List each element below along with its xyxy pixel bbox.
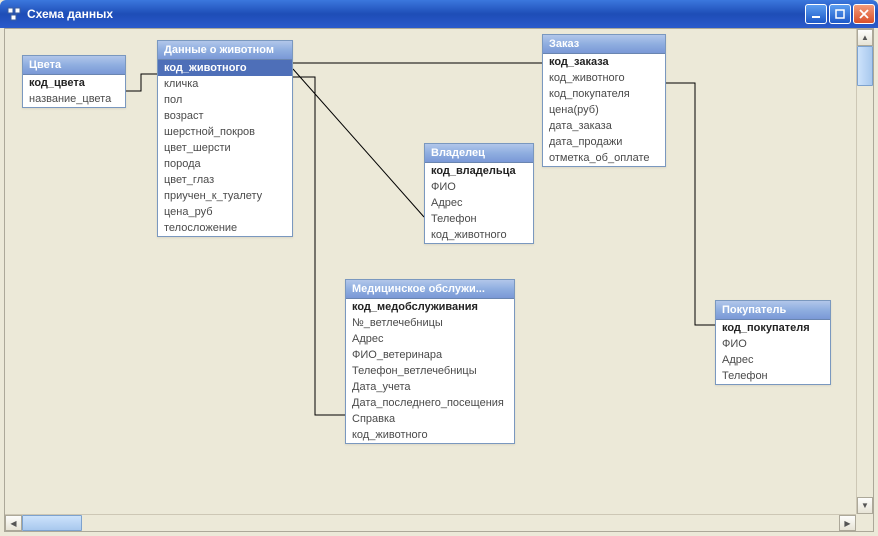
- table-body: код_заказа код_животного код_покупателя …: [543, 54, 665, 166]
- field[interactable]: код_животного: [346, 427, 514, 443]
- scroll-left-icon[interactable]: ◀: [5, 515, 22, 531]
- table-header[interactable]: Владелец: [425, 144, 533, 163]
- horizontal-scrollbar[interactable]: ◀ ▶: [5, 514, 856, 531]
- field[interactable]: ФИО_ветеринара: [346, 347, 514, 363]
- field[interactable]: Адрес: [716, 352, 830, 368]
- field[interactable]: Телефон: [425, 211, 533, 227]
- field[interactable]: Справка: [346, 411, 514, 427]
- field[interactable]: ФИО: [716, 336, 830, 352]
- table-med[interactable]: Медицинское обслужи... код_медобслуживан…: [345, 279, 515, 444]
- field-pk[interactable]: код_заказа: [543, 54, 665, 70]
- scroll-thumb[interactable]: [857, 46, 873, 86]
- field[interactable]: приучен_к_туалету: [158, 188, 292, 204]
- field[interactable]: Дата_учета: [346, 379, 514, 395]
- scroll-thumb[interactable]: [22, 515, 82, 531]
- scroll-down-icon[interactable]: ▼: [857, 497, 873, 514]
- window-buttons: [805, 4, 875, 24]
- canvas-wrap: Цвета код_цвета название_цвета Данные о …: [4, 28, 874, 532]
- table-buyer[interactable]: Покупатель код_покупателя ФИО Адрес Теле…: [715, 300, 831, 385]
- table-header[interactable]: Медицинское обслужи...: [346, 280, 514, 299]
- table-owner[interactable]: Владелец код_владельца ФИО Адрес Телефон…: [424, 143, 534, 244]
- maximize-button[interactable]: [829, 4, 851, 24]
- field[interactable]: кличка: [158, 76, 292, 92]
- table-animal[interactable]: Данные о животном код_животного кличка п…: [157, 40, 293, 237]
- table-body: код_медобслуживания №_ветлечебницы Адрес…: [346, 299, 514, 443]
- table-body: код_владельца ФИО Адрес Телефон код_живо…: [425, 163, 533, 243]
- scroll-track[interactable]: [857, 46, 873, 497]
- field-pk[interactable]: код_владельца: [425, 163, 533, 179]
- relationship-canvas[interactable]: Цвета код_цвета название_цвета Данные о …: [5, 29, 856, 514]
- field-pk[interactable]: код_животного: [158, 60, 292, 76]
- table-header[interactable]: Заказ: [543, 35, 665, 54]
- window-title: Схема данных: [27, 7, 805, 21]
- table-order[interactable]: Заказ код_заказа код_животного код_покуп…: [542, 34, 666, 167]
- field[interactable]: Телефон_ветлечебницы: [346, 363, 514, 379]
- field[interactable]: код_покупателя: [543, 86, 665, 102]
- scroll-corner: [856, 514, 873, 531]
- table-header[interactable]: Данные о животном: [158, 41, 292, 60]
- field[interactable]: Адрес: [425, 195, 533, 211]
- field[interactable]: Дата_последнего_посещения: [346, 395, 514, 411]
- scroll-right-icon[interactable]: ▶: [839, 515, 856, 531]
- field[interactable]: №_ветлечебницы: [346, 315, 514, 331]
- table-body: код_цвета название_цвета: [23, 75, 125, 107]
- field[interactable]: возраст: [158, 108, 292, 124]
- field[interactable]: отметка_об_оплате: [543, 150, 665, 166]
- field[interactable]: цвет_шерсти: [158, 140, 292, 156]
- field[interactable]: цена_руб: [158, 204, 292, 220]
- table-body: код_покупателя ФИО Адрес Телефон: [716, 320, 830, 384]
- field-pk[interactable]: код_покупателя: [716, 320, 830, 336]
- minimize-button[interactable]: [805, 4, 827, 24]
- table-header[interactable]: Цвета: [23, 56, 125, 75]
- field[interactable]: код_животного: [425, 227, 533, 243]
- field[interactable]: название_цвета: [23, 91, 125, 107]
- field[interactable]: пол: [158, 92, 292, 108]
- field[interactable]: цвет_глаз: [158, 172, 292, 188]
- field[interactable]: ФИО: [425, 179, 533, 195]
- scroll-track[interactable]: [22, 515, 839, 531]
- field[interactable]: Телефон: [716, 368, 830, 384]
- field-pk[interactable]: код_цвета: [23, 75, 125, 91]
- table-body: код_животного кличка пол возраст шерстно…: [158, 60, 292, 236]
- field[interactable]: шерстной_покров: [158, 124, 292, 140]
- field[interactable]: дата_продажи: [543, 134, 665, 150]
- titlebar[interactable]: Схема данных: [0, 0, 878, 28]
- field[interactable]: порода: [158, 156, 292, 172]
- scroll-up-icon[interactable]: ▲: [857, 29, 873, 46]
- app-window: Схема данных Цвета: [0, 0, 878, 536]
- vertical-scrollbar[interactable]: ▲ ▼: [856, 29, 873, 514]
- field-pk[interactable]: код_медобслуживания: [346, 299, 514, 315]
- close-button[interactable]: [853, 4, 875, 24]
- app-icon: [6, 6, 22, 22]
- field[interactable]: код_животного: [543, 70, 665, 86]
- field[interactable]: цена(руб): [543, 102, 665, 118]
- table-colors[interactable]: Цвета код_цвета название_цвета: [22, 55, 126, 108]
- table-header[interactable]: Покупатель: [716, 301, 830, 320]
- field[interactable]: дата_заказа: [543, 118, 665, 134]
- field[interactable]: Адрес: [346, 331, 514, 347]
- field[interactable]: телосложение: [158, 220, 292, 236]
